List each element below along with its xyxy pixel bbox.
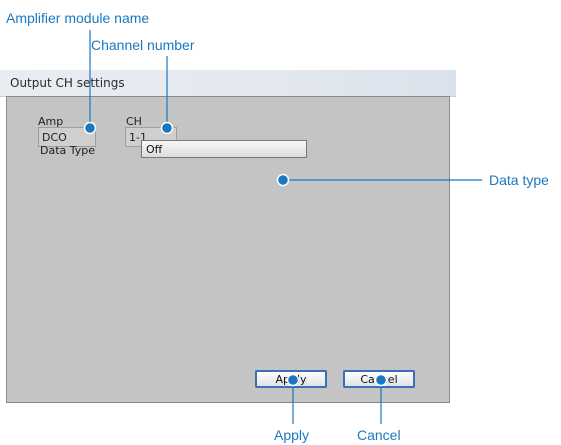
callout-data-type: Data type <box>489 172 549 188</box>
callout-dot-ch <box>160 121 174 135</box>
callout-dot-apply <box>286 373 300 387</box>
callout-dot-amp <box>83 121 97 135</box>
callout-dot-data-type <box>276 173 290 187</box>
callout-cancel: Cancel <box>357 427 401 443</box>
callout-overlay <box>83 30 482 424</box>
callout-dot-cancel <box>374 373 388 387</box>
callout-apply: Apply <box>274 427 310 443</box>
